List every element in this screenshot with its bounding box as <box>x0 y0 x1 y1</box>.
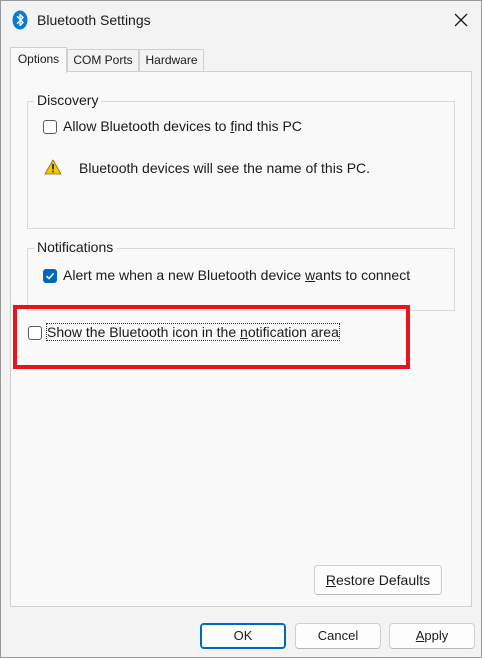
alert-new-device-checkbox[interactable] <box>43 269 57 283</box>
discovery-warning-text: Bluetooth devices will see the name of t… <box>79 160 371 176</box>
tab-options[interactable]: Options <box>10 47 67 73</box>
close-icon <box>454 13 468 27</box>
title-bar: Bluetooth Settings <box>1 1 481 39</box>
show-bluetooth-icon-checkbox[interactable] <box>28 326 42 340</box>
allow-discovery-label[interactable]: Allow Bluetooth devices to find this PC <box>63 118 302 134</box>
tab-hardware[interactable]: Hardware <box>139 49 204 71</box>
checkmark-icon <box>45 272 55 280</box>
bluetooth-icon <box>12 10 28 35</box>
bluetooth-settings-window: Bluetooth Settings Options COM Ports Har… <box>0 0 482 658</box>
close-button[interactable] <box>447 7 475 33</box>
tab-com-ports[interactable]: COM Ports <box>67 49 139 71</box>
cancel-button[interactable]: Cancel <box>295 623 381 649</box>
warning-icon <box>44 159 62 180</box>
apply-button[interactable]: Apply <box>389 623 475 649</box>
ok-button[interactable]: OK <box>200 623 286 649</box>
allow-discovery-checkbox[interactable] <box>43 120 57 134</box>
restore-defaults-button[interactable]: Restore Defaults <box>314 565 442 595</box>
show-bluetooth-icon-label[interactable]: Show the Bluetooth icon in the notificat… <box>46 323 340 341</box>
alert-new-device-label[interactable]: Alert me when a new Bluetooth device wan… <box>63 267 410 283</box>
notifications-legend: Notifications <box>34 239 117 255</box>
discovery-legend: Discovery <box>34 92 102 108</box>
window-title: Bluetooth Settings <box>37 12 151 28</box>
